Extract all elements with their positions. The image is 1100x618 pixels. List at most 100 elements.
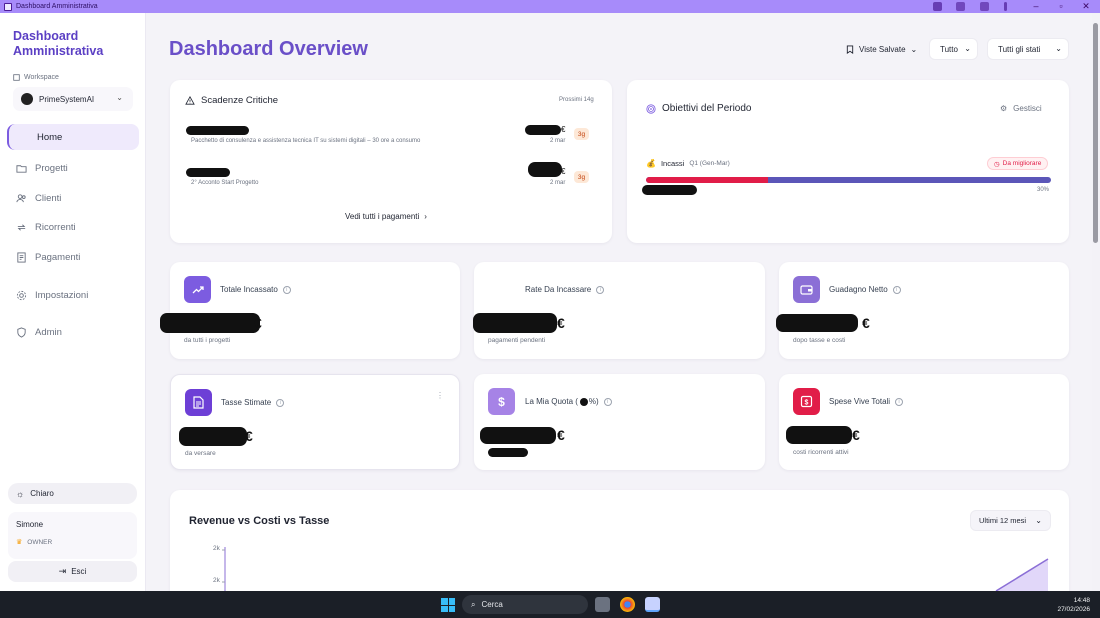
task-view-icon[interactable] [595,597,610,612]
info-icon[interactable]: i [895,397,904,406]
saved-views-button[interactable]: Viste Salvate ⌄ [840,39,923,59]
cash-icon: $ [793,388,820,415]
close-icon[interactable]: ✕ [1080,1,1092,12]
sidebar-item-label: Clienti [35,192,62,204]
workspace-select[interactable]: PrimeSystemAI ⌄ [13,87,133,111]
revenue-chart-card: Revenue vs Costi vs Tasse Ultimi 12 mesi… [170,490,1069,591]
minimize-icon[interactable]: – [1030,1,1042,12]
wallet-icon [793,276,820,303]
puzzle-extension-icon[interactable] [980,2,989,11]
sidebar-item-impostazioni[interactable]: Impostazioni [7,282,139,308]
chevron-right-icon: › [424,212,427,221]
repeat-icon [16,222,27,233]
deadlines-title-row: Scadenze Critiche [185,95,278,106]
goal-status-badge: ◷ Da migliorare [987,157,1049,170]
bookmark-icon [846,44,854,54]
chrome-icon[interactable] [620,597,635,612]
info-icon[interactable]: i [892,285,901,294]
days-left-badge: 3g [574,171,589,183]
taskbar-search[interactable]: ⌕ Cerca [462,595,588,614]
kpi-label-row: Rate Da Incassare i [525,285,605,294]
info-icon[interactable]: i [603,397,612,406]
kpi-label-row: Guadagno Netto i [829,285,901,294]
drag-handle-icon[interactable]: ⋮ [436,391,444,400]
logout-label: Esci [71,567,87,576]
deadline-description: 2° Acconto Start Progetto [191,180,259,186]
theme-toggle-button[interactable]: ☼ Chiaro [8,483,137,504]
kpi-sub: dopo tasse e costi [793,337,846,344]
redacted-kpi-value [480,427,556,444]
logout-button[interactable]: ⇥ Esci [8,561,137,582]
kpi-currency: € [254,315,262,331]
kpi-label: Rate Da Incassare [525,285,592,294]
workspace-logo [21,93,33,105]
kpi-label: Tasse Stimate [221,398,272,407]
goal-progress-bar [646,177,1051,183]
redacted-client-name [186,126,249,135]
kpi-card-net-profit: Guadagno Netto i € dopo tasse e costi [776,262,1069,359]
redacted-amount [528,162,562,177]
redacted-client-name [186,168,230,177]
restore-icon[interactable]: ▫ [1055,1,1067,12]
translate-extension-icon[interactable] [933,2,942,11]
svg-text:$: $ [805,400,809,407]
theme-label: Chiaro [30,489,54,498]
page-scrollbar[interactable] [1092,13,1100,591]
sidebar-item-home[interactable]: Home [7,124,139,150]
search-label: Cerca [481,600,503,609]
main-content: Dashboard Overview Viste Salvate ⌄ Tutto… [147,13,1092,591]
deadline-date: 2 mar [550,180,566,186]
kpi-card-total-collected: Totale Incassato i € da tutti i progetti [160,262,460,359]
logout-icon: ⇥ [58,566,67,576]
sidebar-item-clienti[interactable]: Clienti [7,185,139,211]
workspace-label-row: Workspace [13,74,59,81]
window-titlebar: Dashboard Amministrativa – ▫ ✕ [0,0,1100,13]
workspace-name: PrimeSystemAI [39,94,95,104]
kpi-label: Totale Incassato [220,285,278,294]
dashboard-app-icon[interactable] [645,597,660,612]
period-goals-card: Obiettivi del Periodo ⚙ Gestisci 💰 Incas… [627,80,1069,243]
user-card: Simone ♛ OWNER [8,512,137,559]
workspace-label: Workspace [24,74,59,81]
sidebar-item-ricorrenti[interactable]: Ricorrenti [7,214,139,240]
kpi-card-my-share: $ La Mia Quota (%) i € [474,374,765,470]
redacted-kpi-value [776,314,858,332]
money-bag-icon: 💰 [646,159,656,168]
days-left-badge: 3g [574,128,589,140]
taskbar-clock[interactable]: 14:48 27/02/2026 [1057,596,1090,614]
info-icon[interactable]: i [282,285,291,294]
status-filter-value: Tutti gli stati [998,44,1041,54]
kpi-sub: costi ricorrenti attivi [793,449,849,456]
scrollbar-thumb[interactable] [1093,23,1098,243]
see-all-payments-link[interactable]: Vedi tutti i pagamenti › [345,212,427,221]
goals-title: Obiettivi del Periodo [662,103,752,114]
menu-dots-icon[interactable] [1004,2,1007,11]
deadlines-title: Scadenze Critiche [201,95,279,106]
kpi-sub: da tutti i progetti [184,337,231,344]
info-icon[interactable]: i [596,285,605,294]
dollar-icon: $ [488,388,515,415]
sidebar-item-label: Impostazioni [35,289,89,301]
sidebar-item-progetti[interactable]: Progetti [7,155,139,181]
windows-start-icon[interactable] [441,598,455,612]
chevron-down-icon: ⌄ [116,93,123,102]
building-icon [13,74,20,81]
gear-icon: ⚙ [1000,104,1008,113]
kpi-currency: € [245,428,253,444]
sidebar-item-pagamenti[interactable]: Pagamenti [7,244,139,270]
users-icon [16,193,27,204]
info-icon[interactable]: i [276,398,285,407]
goal-status-label: Da migliorare [1002,160,1042,167]
brand-title: Dashboard Amministrativa [13,29,104,58]
manage-goals-button[interactable]: ⚙ Gestisci [1000,104,1042,113]
scope-filter-select[interactable]: Tutto ⌄ [929,38,978,60]
deadline-description: Pacchetto di consulenza e assistenza tec… [191,138,421,144]
sidebar-item-admin[interactable]: Admin [7,319,139,345]
status-filter-select[interactable]: Tutti gli stati ⌄ [987,38,1069,60]
redacted-kpi-sub [488,448,528,457]
document-icon [185,389,212,416]
kpi-label: Spese Vive Totali [829,397,891,406]
redacted-kpi-value [473,313,557,333]
eye-off-extension-icon[interactable] [956,2,965,11]
kpi-currency: € [862,315,870,331]
